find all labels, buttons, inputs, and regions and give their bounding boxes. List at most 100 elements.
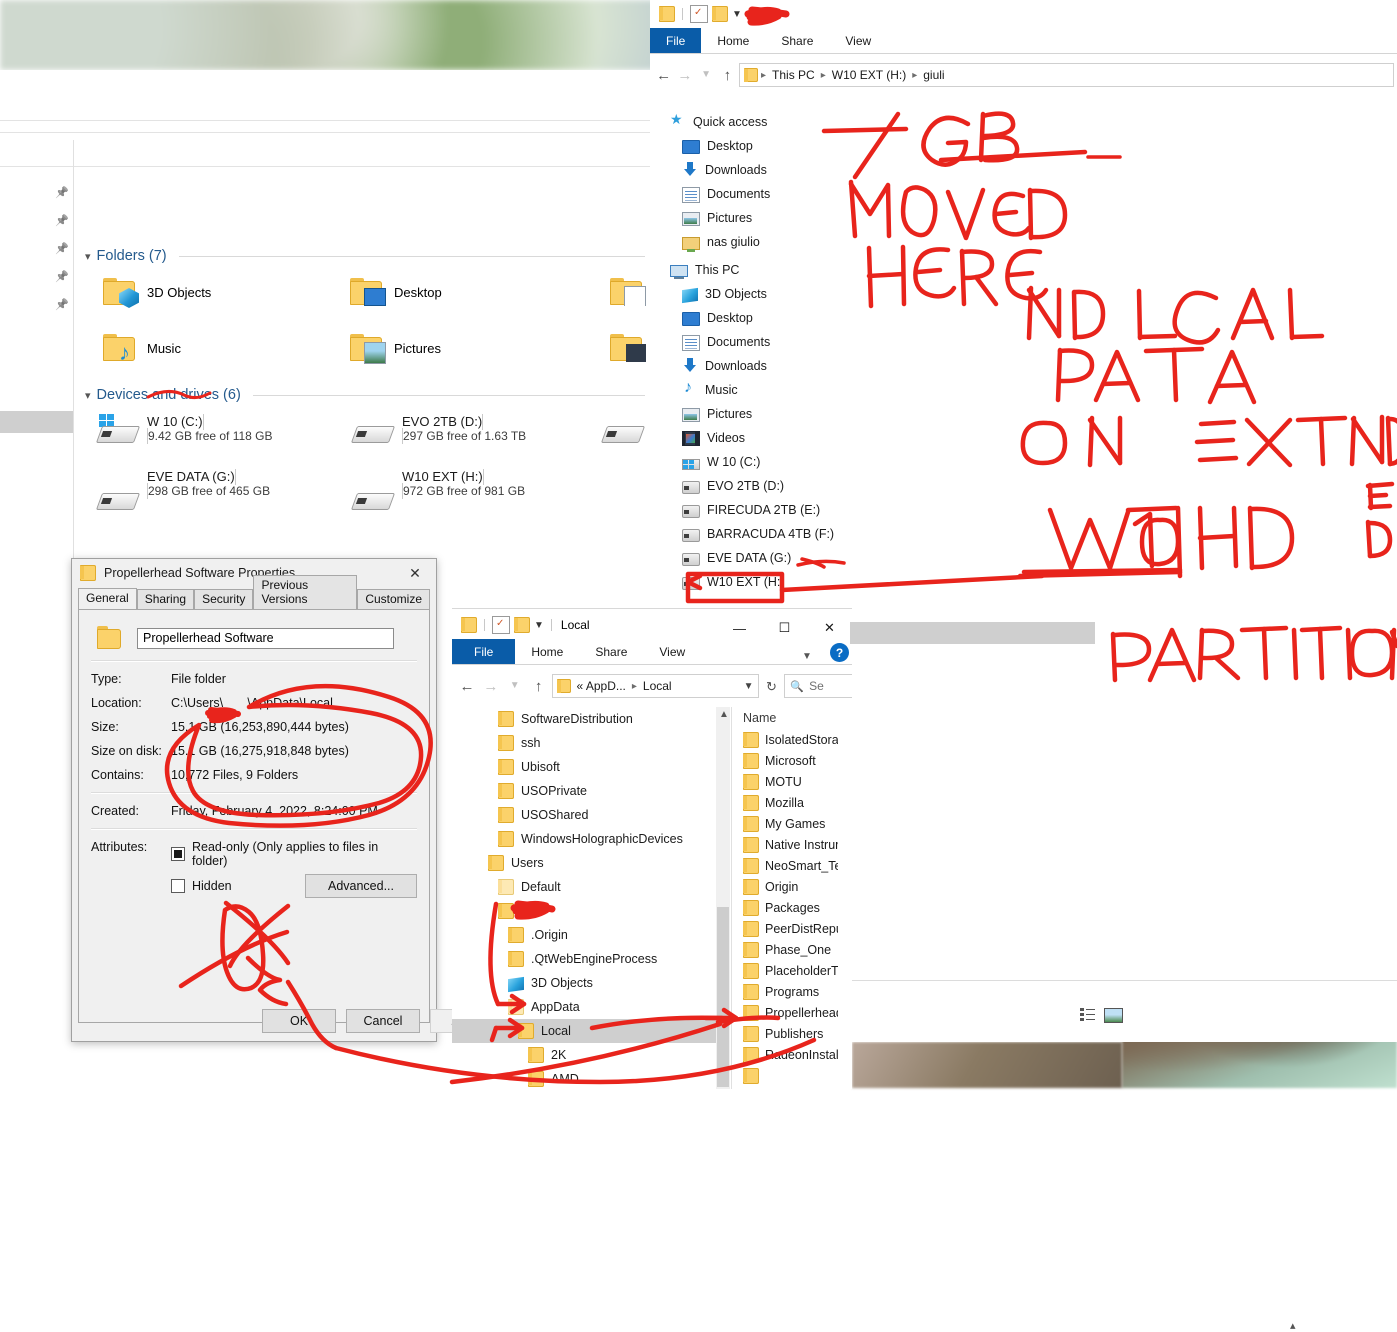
sidebar-item-softwaredistribution[interactable]: SoftwareDistribution: [452, 707, 720, 731]
scroll-thumb[interactable]: [717, 907, 729, 1087]
folder-tile[interactable]: Desktop: [350, 278, 550, 306]
sidebar-item-default[interactable]: Default: [452, 875, 720, 899]
refresh-icon[interactable]: ↻: [761, 675, 783, 697]
advanced-button[interactable]: Advanced...: [305, 874, 417, 898]
sidebar-item-windowsholographicdevices[interactable]: WindowsHolographicDevices: [452, 827, 720, 851]
sidebar-item-amd[interactable]: AMD: [452, 1067, 720, 1089]
sidebar-item-usoprivate[interactable]: USOPrivate: [452, 779, 720, 803]
readonly-checkbox[interactable]: [171, 847, 185, 861]
sidebar-item-appdata[interactable]: AppData: [452, 995, 720, 1019]
list-item[interactable]: Publishers: [733, 1023, 838, 1044]
column-header-name[interactable]: Name: [743, 711, 776, 725]
tab-view[interactable]: View: [829, 28, 887, 53]
list-item[interactable]: NeoSmart_Tec: [733, 855, 838, 876]
sidebar-item-drive-c[interactable]: W 10 (C:): [650, 450, 1080, 474]
breadcrumb[interactable]: « AppD... ▸ Local ▼: [551, 674, 759, 698]
sidebar-item-downloads[interactable]: Downloads: [650, 158, 1080, 182]
list-item[interactable]: [733, 1065, 838, 1086]
sidebar-item-desktop-pc[interactable]: Desktop: [650, 306, 1080, 330]
tab-sharing[interactable]: Sharing: [136, 589, 195, 609]
list-item[interactable]: Native Instrum: [733, 834, 838, 855]
tab-previous-versions[interactable]: Previous Versions: [253, 575, 358, 609]
pin-icon[interactable]: [55, 272, 69, 286]
drive-tile-h[interactable]: W10 EXT (H:) 972 GB free of 981 GB: [350, 469, 595, 517]
tab-customize[interactable]: Customize: [357, 589, 430, 609]
folder-tile[interactable]: Pictures: [350, 334, 550, 364]
list-item[interactable]: My Games: [733, 813, 838, 834]
sidebar-item-documents-pc[interactable]: Documents: [650, 330, 1080, 354]
tab-security[interactable]: Security: [194, 589, 254, 609]
list-item[interactable]: MOTU: [733, 771, 838, 792]
folder-tile[interactable]: ♪ Music: [103, 334, 303, 365]
up-button[interactable]: ↑: [528, 675, 550, 697]
nav-pane-scrollbar[interactable]: ▲: [716, 707, 730, 1089]
sidebar-item-ubisoft[interactable]: Ubisoft: [452, 755, 720, 779]
tab-file[interactable]: File: [650, 28, 702, 53]
tab-home[interactable]: Home: [515, 639, 579, 664]
close-button[interactable]: ✕: [807, 614, 852, 642]
sidebar-item-desktop[interactable]: Desktop: [650, 134, 1080, 158]
sidebar-item-local[interactable]: Local: [452, 1019, 720, 1043]
list-item[interactable]: Phase_One: [733, 939, 838, 960]
tab-share[interactable]: Share: [765, 28, 829, 53]
folder-name-field[interactable]: Propellerhead Software: [137, 627, 394, 649]
sidebar-item-ssh[interactable]: ssh: [452, 731, 720, 755]
sidebar-item-drive-d[interactable]: EVO 2TB (D:): [650, 474, 1080, 498]
quick-access-toolbar[interactable]: ✓ ▼ Local: [457, 614, 661, 636]
devices-group-header[interactable]: ▾ Devices and drives (6): [85, 387, 645, 403]
new-folder-icon[interactable]: [712, 6, 728, 22]
sidebar-item-documents[interactable]: Documents: [650, 182, 1080, 206]
list-item[interactable]: PeerDistRepub: [733, 918, 838, 939]
forward-button[interactable]: →: [480, 675, 502, 697]
drive-tile-d[interactable]: EVO 2TB (D:) 297 GB free of 1.63 TB: [350, 414, 595, 450]
new-folder-icon[interactable]: [514, 617, 530, 633]
pin-icon[interactable]: [55, 244, 69, 258]
back-button[interactable]: ←: [654, 64, 673, 86]
list-item[interactable]: Origin: [733, 876, 838, 897]
sidebar-item-drive-f[interactable]: BARRACUDA 4TB (F:): [650, 522, 1080, 546]
sidebar-item-music-pc[interactable]: Music: [650, 378, 1080, 402]
sidebar-item-pictures[interactable]: Pictures: [650, 206, 1080, 230]
drive-tile-g[interactable]: EVE DATA (G:) 298 GB free of 465 GB: [95, 469, 340, 517]
properties-icon[interactable]: ✓: [492, 616, 510, 634]
minimize-button[interactable]: —: [717, 614, 762, 642]
sidebar-item-origin[interactable]: .Origin: [452, 923, 720, 947]
sidebar-item-nas-giulio[interactable]: nas giulio: [650, 230, 1080, 254]
sidebar-item-qtwebengineprocess[interactable]: .QtWebEngineProcess: [452, 947, 720, 971]
recent-locations-icon[interactable]: ▼: [504, 675, 526, 697]
sidebar-item-downloads-pc[interactable]: Downloads: [650, 354, 1080, 378]
list-item[interactable]: PlaceholderTile: [733, 960, 838, 981]
quick-access-toolbar[interactable]: ✓ ▼: [655, 3, 859, 25]
breadcrumb-this-pc[interactable]: This PC: [769, 68, 818, 82]
folder-icon[interactable]: [659, 6, 675, 22]
pin-icon[interactable]: [55, 188, 69, 202]
help-icon[interactable]: ?: [830, 643, 849, 662]
tab-share[interactable]: Share: [579, 639, 643, 664]
list-item[interactable]: Microsoft: [733, 750, 838, 771]
list-item[interactable]: Mozilla: [733, 792, 838, 813]
sidebar-item-this-pc[interactable]: This PC: [650, 258, 1080, 282]
ribbon-expand-icon[interactable]: ▼: [802, 651, 812, 662]
list-item[interactable]: RadeonInstalle: [733, 1044, 838, 1065]
close-icon[interactable]: ✕: [398, 560, 432, 586]
sidebar-item-3d-objects[interactable]: 3D Objects: [452, 971, 720, 995]
forward-button[interactable]: →: [675, 64, 694, 86]
details-view-icon[interactable]: [1080, 1008, 1096, 1021]
sidebar-item-users[interactable]: Users: [452, 851, 720, 875]
back-button[interactable]: ←: [456, 675, 478, 697]
folder-icon[interactable]: [461, 617, 477, 633]
sidebar-item-videos-pc[interactable]: Videos: [650, 426, 1080, 450]
properties-icon[interactable]: ✓: [690, 5, 708, 23]
chevron-down-icon[interactable]: ▼: [534, 620, 544, 631]
scroll-up-icon[interactable]: ▲: [719, 709, 729, 720]
list-item[interactable]: Programs: [733, 981, 838, 1002]
hidden-checkbox[interactable]: [171, 879, 185, 893]
sidebar-item-drive-h[interactable]: W10 EXT (H:): [650, 570, 1080, 594]
tab-general[interactable]: General: [78, 588, 137, 609]
drive-tile-c[interactable]: W 10 (C:) 9.42 GB free of 118 GB: [95, 414, 340, 450]
chevron-down-icon[interactable]: ▼: [732, 9, 742, 20]
breadcrumb-w10-ext[interactable]: W10 EXT (H:): [829, 68, 909, 82]
recent-locations-icon[interactable]: ▼: [697, 64, 716, 86]
pin-icon[interactable]: [55, 216, 69, 230]
chevron-down-icon[interactable]: ▼: [744, 681, 754, 692]
